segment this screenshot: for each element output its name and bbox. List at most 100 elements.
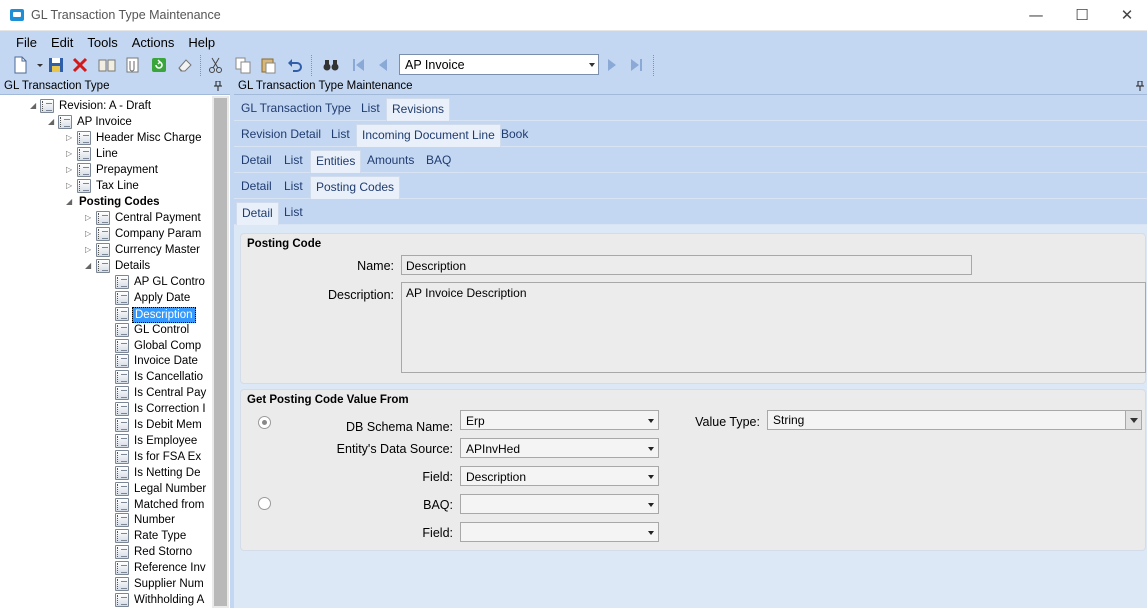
chevron-down-icon[interactable] <box>648 503 654 507</box>
db-schema-dropdown[interactable]: Erp <box>460 410 659 430</box>
tree-node[interactable]: Number <box>0 512 212 528</box>
expand-icon[interactable]: ▷ <box>85 229 95 239</box>
new-button[interactable] <box>10 55 30 75</box>
first-record-button[interactable] <box>349 55 369 75</box>
chevron-down-icon[interactable] <box>589 63 595 67</box>
tree-scrollbar-thumb[interactable] <box>214 98 227 606</box>
tab-baq[interactable]: BAQ <box>421 150 456 173</box>
new-dropdown-button[interactable] <box>30 55 43 75</box>
tree-node[interactable]: ◢ Details <box>0 258 212 274</box>
chevron-down-icon[interactable] <box>648 531 654 535</box>
tab-detail[interactable]: Detail <box>236 202 279 225</box>
expand-icon[interactable]: ▷ <box>66 165 76 175</box>
tab-amounts[interactable]: Amounts <box>362 150 419 173</box>
refresh-button[interactable] <box>149 55 169 75</box>
tree-node[interactable]: Invoice Date <box>0 353 212 369</box>
tab-revision-detail[interactable]: Revision Detail <box>236 124 326 147</box>
tree-node[interactable]: Supplier Num <box>0 576 212 592</box>
tree-node[interactable]: Is for FSA Ex <box>0 449 212 465</box>
attachment-button[interactable] <box>123 55 143 75</box>
baq-source-radio[interactable] <box>258 497 271 510</box>
tree-node[interactable]: ▷ Header Misc Charge <box>0 130 212 146</box>
undo-button[interactable] <box>285 55 305 75</box>
tab-list[interactable]: List <box>279 202 308 225</box>
pin-icon[interactable] <box>214 81 222 91</box>
tree-node[interactable]: ▷ Company Param <box>0 226 212 242</box>
tree-node[interactable]: Is Employee <box>0 433 212 449</box>
tab-revisions[interactable]: Revisions <box>386 98 451 121</box>
pin-icon[interactable] <box>1136 81 1144 91</box>
maximize-button[interactable]: ☐ <box>1059 0 1105 31</box>
collapse-icon[interactable]: ◢ <box>30 101 40 111</box>
menu-tools[interactable]: Tools <box>79 34 123 52</box>
entity-source-radio[interactable] <box>258 416 271 429</box>
baq-dropdown[interactable] <box>460 494 659 514</box>
menu-help[interactable]: Help <box>180 34 221 52</box>
previous-record-button[interactable] <box>374 55 394 75</box>
chevron-down-icon[interactable] <box>648 475 654 479</box>
tree-node[interactable]: Is Cancellatio <box>0 369 212 385</box>
tab-detail[interactable]: Detail <box>236 150 277 173</box>
tree-node[interactable]: Red Storno <box>0 544 212 560</box>
menu-edit[interactable]: Edit <box>43 34 79 52</box>
tab-incoming-document-line[interactable]: Incoming Document Line <box>356 124 501 147</box>
expand-icon[interactable]: ▷ <box>85 213 95 223</box>
tab-detail[interactable]: Detail <box>236 176 277 199</box>
tab-list[interactable]: List <box>279 176 308 199</box>
tab-posting-codes[interactable]: Posting Codes <box>310 176 401 199</box>
collapse-icon[interactable]: ◢ <box>85 261 95 271</box>
copy-button[interactable] <box>233 55 253 75</box>
value-type-dropdown[interactable]: String <box>767 410 1142 430</box>
last-record-button[interactable] <box>626 55 646 75</box>
tree-node[interactable]: ◢ Posting Codes <box>0 194 212 210</box>
tree-node[interactable]: Is Correction I <box>0 401 212 417</box>
tab-list[interactable]: List <box>356 98 385 121</box>
tree-node[interactable]: Legal Number <box>0 481 212 497</box>
tree-node[interactable]: ◢ Revision: A - Draft <box>0 98 212 114</box>
tab-book[interactable]: Book <box>496 124 533 147</box>
name-field[interactable]: Description <box>401 255 972 275</box>
collapse-icon[interactable]: ◢ <box>66 197 76 207</box>
tree-node[interactable]: ▷ Prepayment <box>0 162 212 178</box>
tree-node[interactable]: Rate Type <box>0 528 212 544</box>
tree-scrollbar[interactable] <box>212 96 229 608</box>
tree-node[interactable]: Withholding A <box>0 592 212 608</box>
close-window-button[interactable]: ✕ <box>1104 0 1147 31</box>
clear-button[interactable] <box>175 55 195 75</box>
collapse-icon[interactable]: ◢ <box>48 117 58 127</box>
tree-node[interactable]: ▷ Currency Master <box>0 242 212 258</box>
tree-node[interactable]: ▷ Tax Line <box>0 178 212 194</box>
next-record-button[interactable] <box>601 55 621 75</box>
tree-node[interactable]: AP GL Contro <box>0 274 212 290</box>
menu-file[interactable]: File <box>8 34 43 52</box>
record-selector[interactable]: AP Invoice <box>399 54 599 75</box>
field-dropdown[interactable]: Description <box>460 466 659 486</box>
tree-node[interactable]: Is Netting De <box>0 465 212 481</box>
menu-actions[interactable]: Actions <box>124 34 181 52</box>
tab-gl-transaction-type[interactable]: GL Transaction Type <box>236 98 356 121</box>
tree-node[interactable]: Is Debit Mem <box>0 417 212 433</box>
tab-list[interactable]: List <box>279 150 308 173</box>
tree-node[interactable]: Is Central Pay <box>0 385 212 401</box>
tree-node[interactable]: ▷ Line <box>0 146 212 162</box>
chevron-down-icon[interactable] <box>1125 411 1141 429</box>
minimize-button[interactable]: — <box>1013 0 1059 31</box>
baq-field-dropdown[interactable] <box>460 522 659 542</box>
tree-node[interactable]: ◢ AP Invoice <box>0 114 212 130</box>
search-button[interactable] <box>321 55 341 75</box>
tree-node[interactable]: GL Control <box>0 322 212 338</box>
chevron-down-icon[interactable] <box>648 447 654 451</box>
cut-button[interactable] <box>206 55 226 75</box>
description-field[interactable]: AP Invoice Description <box>401 282 1146 373</box>
tree-node[interactable]: Description <box>0 306 212 323</box>
tree-node[interactable]: Global Comp <box>0 338 212 354</box>
tree-node[interactable]: Apply Date <box>0 290 212 306</box>
tree-node[interactable]: Matched from <box>0 497 212 513</box>
chevron-down-icon[interactable] <box>648 419 654 423</box>
tree-node[interactable]: Reference Inv <box>0 560 212 576</box>
save-button[interactable] <box>46 55 66 75</box>
tab-entities[interactable]: Entities <box>310 150 362 173</box>
delete-button[interactable] <box>70 55 90 75</box>
navigation-tree[interactable]: ◢ Revision: A - Draft ◢ AP Invoice ▷ Header M… <box>0 96 212 608</box>
expand-icon[interactable]: ▷ <box>85 245 95 255</box>
